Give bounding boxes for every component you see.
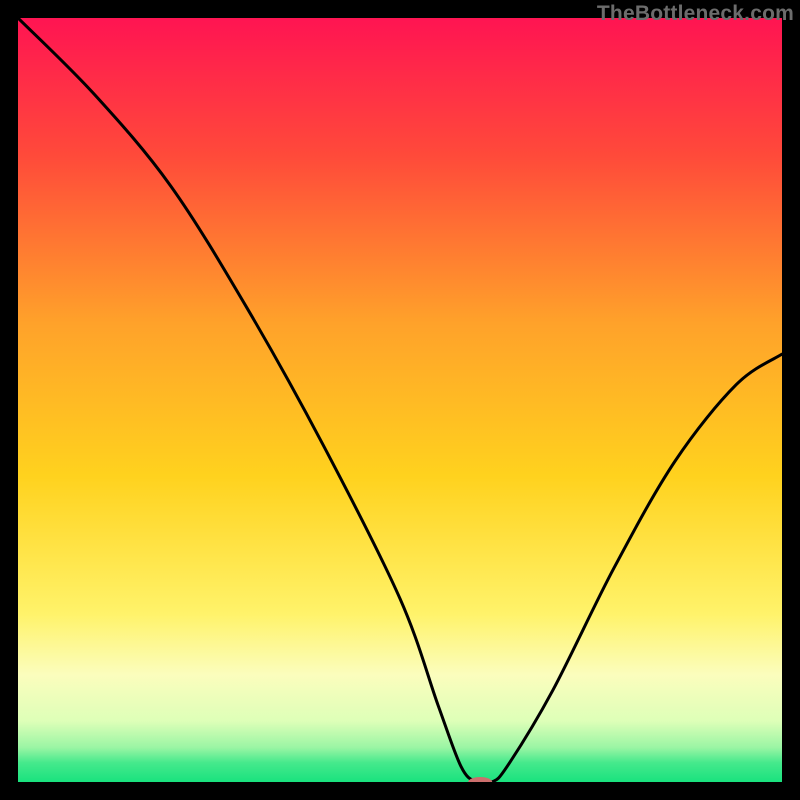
- watermark-text: TheBottleneck.com: [597, 2, 794, 26]
- plot-area: [18, 18, 782, 782]
- chart-svg: [18, 18, 782, 782]
- gradient-background: [18, 18, 782, 782]
- chart-frame: TheBottleneck.com: [0, 0, 800, 800]
